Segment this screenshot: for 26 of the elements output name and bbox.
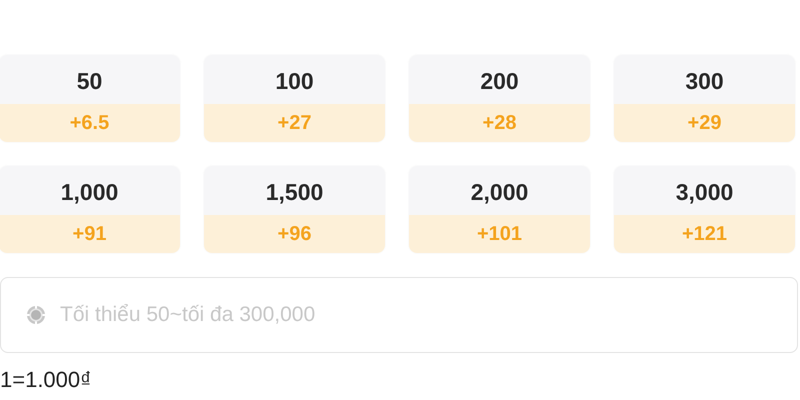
package-tile[interactable]: 1,000 +91 <box>0 166 180 253</box>
package-tile[interactable]: 50 +6.5 <box>0 55 180 142</box>
package-bonus: +29 <box>614 104 795 142</box>
package-bonus: +121 <box>614 215 795 253</box>
package-bonus: +27 <box>204 104 385 142</box>
package-bonus: +91 <box>0 215 180 253</box>
package-bonus: +28 <box>409 104 590 142</box>
package-tile[interactable]: 200 +28 <box>409 55 590 142</box>
package-amount: 2,000 <box>409 166 590 215</box>
package-bonus: +101 <box>409 215 590 253</box>
package-amount: 1,000 <box>0 166 180 215</box>
package-amount: 3,000 <box>614 166 795 215</box>
package-tile[interactable]: 2,000 +101 <box>409 166 590 253</box>
package-amount: 100 <box>204 55 385 104</box>
package-tile[interactable]: 300 +29 <box>614 55 795 142</box>
package-tile[interactable]: 1,500 +96 <box>204 166 385 253</box>
package-amount: 300 <box>614 55 795 104</box>
chip-icon <box>26 305 46 325</box>
package-bonus: +96 <box>204 215 385 253</box>
package-tile[interactable]: 3,000 +121 <box>614 166 795 253</box>
exchange-rate-text: 1=1.000₫ <box>0 367 92 393</box>
package-amount: 50 <box>0 55 180 104</box>
package-bonus: +6.5 <box>0 104 180 142</box>
package-amount: 1,500 <box>204 166 385 215</box>
package-amount: 200 <box>409 55 590 104</box>
package-tile[interactable]: 100 +27 <box>204 55 385 142</box>
